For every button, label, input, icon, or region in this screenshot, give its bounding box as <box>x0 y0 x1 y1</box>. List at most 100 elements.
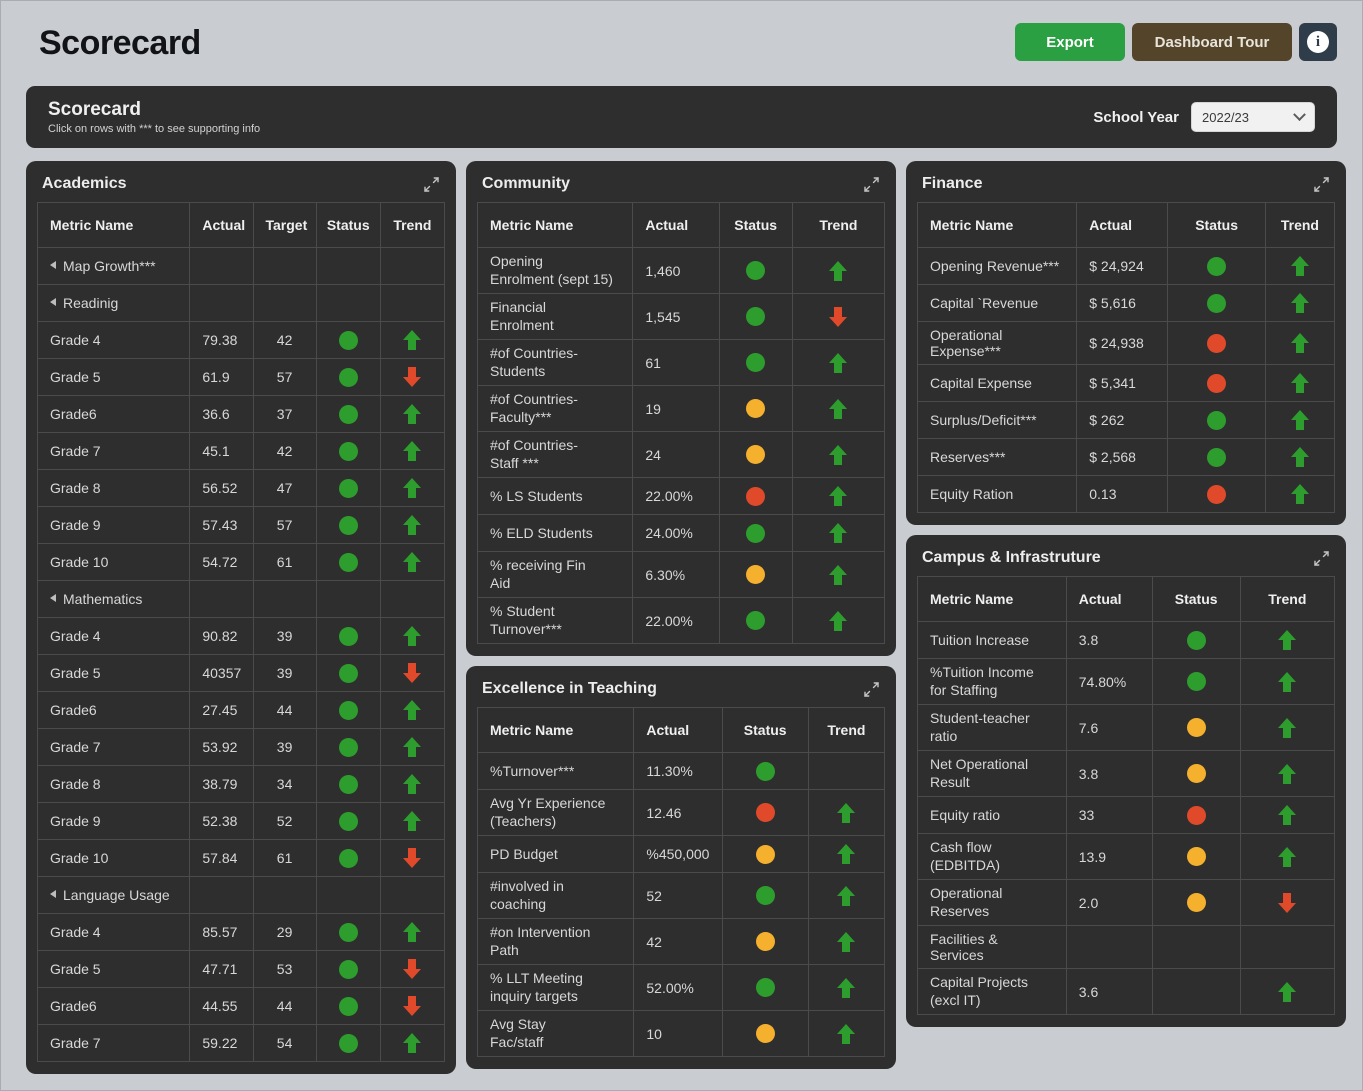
school-year-select[interactable]: 2022/23 <box>1191 102 1315 132</box>
expand-icon[interactable] <box>863 176 880 193</box>
table-row[interactable]: Grade 4 85.57 29 <box>36 913 446 951</box>
table-row[interactable]: Reserves*** $ 2,568 <box>916 438 1336 476</box>
column-header-status[interactable]: Status <box>1151 576 1241 622</box>
column-header-trend[interactable]: Trend <box>807 707 886 753</box>
table-row[interactable]: Map Growth*** <box>36 247 446 285</box>
table-row[interactable]: Operational Reserves 2.0 <box>917 879 1336 926</box>
expand-icon[interactable] <box>863 681 880 698</box>
table-row[interactable]: Equity Ration 0.13 <box>916 475 1336 513</box>
export-button[interactable]: Export <box>1015 23 1125 61</box>
table-row[interactable]: Net Operational Result 3.8 <box>917 750 1336 797</box>
table-row[interactable]: Capital Projects (excl IT) 3.6 <box>917 968 1336 1015</box>
status-cell <box>1167 401 1266 439</box>
table-row[interactable]: %Tuition Income for Staffing 74.80% <box>917 658 1336 705</box>
table-row[interactable]: Grade 7 45.1 42 <box>36 432 446 470</box>
column-header-metric-name[interactable]: Metric Name <box>476 202 634 248</box>
expand-icon[interactable] <box>1313 550 1330 567</box>
table-row[interactable]: #of Countries- Staff *** 24 <box>476 431 886 478</box>
table-row[interactable]: #involved in coaching 52 <box>476 872 886 919</box>
metric-name-line: Equity ratio <box>930 807 1001 823</box>
table-row[interactable]: Financial Enrolment 1,545 <box>476 293 886 340</box>
table-row[interactable]: Equity ratio 33 <box>917 796 1336 834</box>
table-row[interactable]: #of Countries- Faculty*** 19 <box>476 385 886 432</box>
table-row[interactable]: %Turnover*** 11.30% <box>476 752 886 790</box>
table-row[interactable]: Opening Revenue*** $ 24,924 <box>916 247 1336 285</box>
column-header-status[interactable]: Status <box>718 202 793 248</box>
expand-icon[interactable] <box>423 176 440 193</box>
table-row[interactable]: Readinig <box>36 284 446 322</box>
table-row[interactable]: Opening Enrolment (sept 15) 1,460 <box>476 247 886 294</box>
actual-cell: 54.72 <box>189 543 254 581</box>
table-row[interactable]: Tuition Increase 3.8 <box>917 621 1336 659</box>
table-row[interactable]: Capital `Revenue $ 5,616 <box>916 284 1336 322</box>
table-row[interactable]: Grade 8 56.52 47 <box>36 469 446 507</box>
panel-academics: Academics Metric Name Actual Target Status T… <box>26 161 456 1074</box>
table-row[interactable]: Grade6 36.6 37 <box>36 395 446 433</box>
table-row[interactable]: Grade 10 57.84 61 <box>36 839 446 877</box>
table-row[interactable]: Facilities & Services <box>917 925 1336 969</box>
table-row[interactable]: Grade 7 53.92 39 <box>36 728 446 766</box>
actual-cell: 24 <box>632 431 720 478</box>
column-header-target[interactable]: Target <box>252 202 317 248</box>
table-row[interactable]: Grade 4 90.82 39 <box>36 617 446 655</box>
info-button[interactable]: i <box>1299 23 1337 61</box>
target-cell: 61 <box>252 839 317 877</box>
table-row[interactable]: Grade 9 57.43 57 <box>36 506 446 544</box>
panel-community-title: Community <box>482 175 570 192</box>
table-row[interactable]: Avg Yr Experience (Teachers) 12.46 <box>476 789 886 836</box>
table-row[interactable]: Grade 7 59.22 54 <box>36 1024 446 1062</box>
actual-cell: 57.43 <box>189 506 254 544</box>
table-row[interactable]: Grade 9 52.38 52 <box>36 802 446 840</box>
table-row[interactable]: Mathematics <box>36 580 446 618</box>
status-red-icon <box>1207 333 1227 353</box>
actual-cell <box>1065 925 1153 969</box>
table-row[interactable]: Grade 5 61.9 57 <box>36 358 446 396</box>
column-header-trend[interactable]: Trend <box>791 202 886 248</box>
table-row[interactable]: Grade 8 38.79 34 <box>36 765 446 803</box>
table-row[interactable]: % receiving Fin Aid 6.30% <box>476 551 886 598</box>
table-row[interactable]: Surplus/Deficit*** $ 262 <box>916 401 1336 439</box>
column-header-status[interactable]: Status <box>721 707 809 753</box>
status-cell <box>315 506 381 544</box>
column-header-actual[interactable]: Actual <box>189 202 254 248</box>
column-header-actual[interactable]: Actual <box>1065 576 1153 622</box>
status-cell <box>315 247 381 285</box>
table-row[interactable]: Grade6 44.55 44 <box>36 987 446 1025</box>
table-row[interactable]: #on Intervention Path 42 <box>476 918 886 965</box>
column-header-trend[interactable]: Trend <box>1239 576 1336 622</box>
status-amber-icon <box>755 1024 775 1043</box>
table-row[interactable]: % ELD Students 24.00% <box>476 514 886 552</box>
dashboard-tour-button[interactable]: Dashboard Tour <box>1132 23 1292 61</box>
column-header-metric-name[interactable]: Metric Name <box>476 707 635 753</box>
target-cell <box>252 284 317 322</box>
column-header-metric-name[interactable]: Metric Name <box>36 202 191 248</box>
column-header-actual[interactable]: Actual <box>633 707 723 753</box>
table-row[interactable]: #of Countries- Students 61 <box>476 339 886 386</box>
table-row[interactable]: Grade 10 54.72 61 <box>36 543 446 581</box>
table-row[interactable]: Avg Stay Fac/staff 10 <box>476 1010 886 1057</box>
column-header-status[interactable]: Status <box>1167 202 1266 248</box>
table-row[interactable]: Cash flow (EDBITDA) 13.9 <box>917 833 1336 880</box>
column-header-trend[interactable]: Trend <box>1264 202 1336 248</box>
table-row[interactable]: Grade 4 79.38 42 <box>36 321 446 359</box>
table-row[interactable]: Language Usage <box>36 876 446 914</box>
table-row[interactable]: Student-teacher ratio 7.6 <box>917 704 1336 751</box>
table-row[interactable]: Grade 5 40357 39 <box>36 654 446 692</box>
status-green-icon <box>338 515 358 535</box>
column-header-actual[interactable]: Actual <box>632 202 720 248</box>
table-row[interactable]: Grade 5 47.71 53 <box>36 950 446 988</box>
status-red-icon <box>755 803 775 822</box>
table-row[interactable]: % LS Students 22.00% <box>476 477 886 515</box>
column-header-status[interactable]: Status <box>315 202 381 248</box>
column-header-metric-name[interactable]: Metric Name <box>916 202 1078 248</box>
column-header-actual[interactable]: Actual <box>1076 202 1169 248</box>
table-row[interactable]: Operational Expense*** $ 24,938 <box>916 321 1336 365</box>
table-row[interactable]: % Student Turnover*** 22.00% <box>476 597 886 644</box>
column-header-metric-name[interactable]: Metric Name <box>917 576 1067 622</box>
table-row[interactable]: Grade6 27.45 44 <box>36 691 446 729</box>
table-row[interactable]: Capital Expense $ 5,341 <box>916 364 1336 402</box>
table-row[interactable]: PD Budget %450,000 <box>476 835 886 873</box>
column-header-trend[interactable]: Trend <box>379 202 446 248</box>
expand-icon[interactable] <box>1313 176 1330 193</box>
table-row[interactable]: % LLT Meeting inquiry targets 52.00% <box>476 964 886 1011</box>
